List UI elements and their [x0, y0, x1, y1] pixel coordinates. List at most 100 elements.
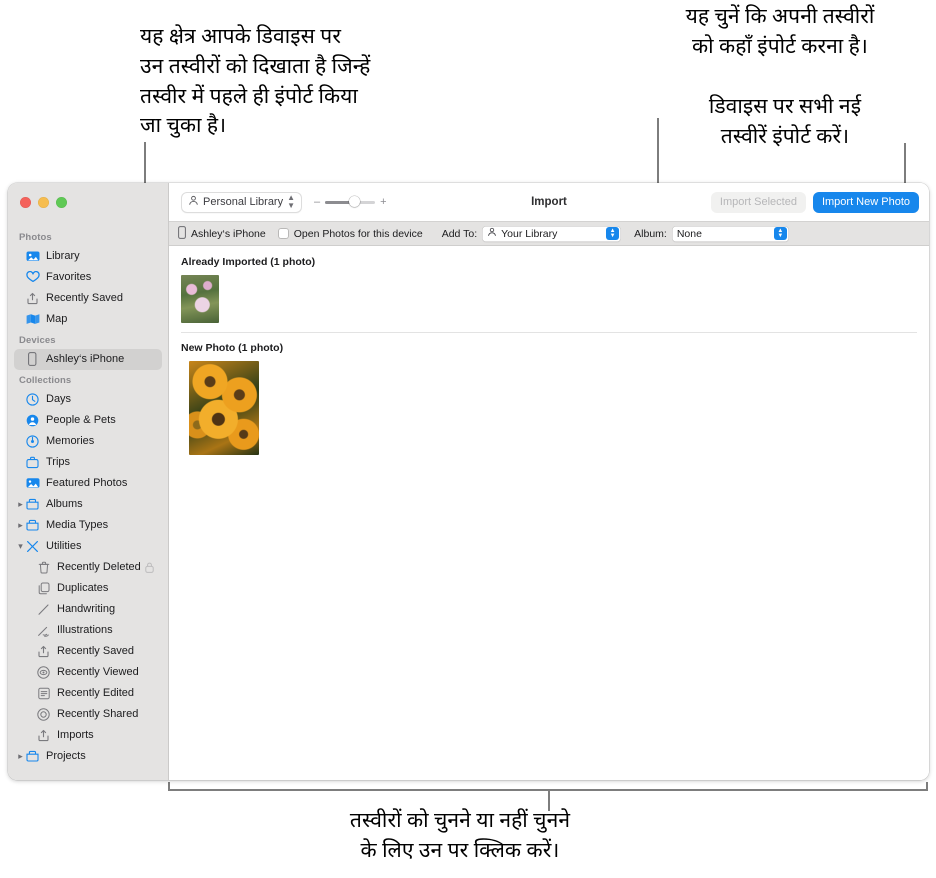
sidebar-item-featured-photos[interactable]: Featured Photos [14, 473, 162, 494]
sidebar-item-label: Recently Saved [46, 292, 124, 305]
chevron-updown-icon: ▲ ▼ [287, 193, 296, 210]
open-photos-checkbox-group[interactable]: Open Photos for this device [277, 227, 423, 240]
iphone-icon [25, 352, 40, 367]
iphone-icon [178, 225, 186, 242]
minimize-button[interactable] [38, 196, 49, 208]
sidebar-item-imports[interactable]: Imports [14, 725, 162, 746]
save-arrow-icon [36, 728, 51, 742]
person-circle-icon [25, 413, 40, 427]
zoom-in-label[interactable]: + [380, 196, 386, 208]
clock-icon [25, 392, 40, 406]
person-icon [487, 227, 497, 240]
sidebar-item-label: Map [46, 313, 68, 326]
photo-row [169, 361, 929, 455]
sidebar-item-label: Projects [46, 750, 86, 763]
chevron-down-icon[interactable]: ▾ [16, 541, 25, 551]
photo-thumbnail-already-imported[interactable] [181, 275, 219, 323]
sidebar-item-people-pets[interactable]: People & Pets [14, 410, 162, 431]
library-popup-button[interactable]: Personal Library ▲ ▼ [181, 191, 303, 213]
sidebar-item-label: Media Types [46, 519, 109, 532]
sidebar-scroll-area[interactable]: Photos Library Favorites Recently Saved Map D… [8, 221, 168, 780]
sidebar-item-handwriting[interactable]: Handwriting [14, 599, 162, 620]
sidebar-item-label: Recently Saved [57, 645, 135, 658]
sidebar-item-label: People & Pets [46, 414, 116, 427]
sidebar-item-label: Favorites [46, 271, 92, 284]
callout-bracket-bottom-right [926, 782, 928, 790]
sidebar-item-map[interactable]: Map [14, 309, 162, 330]
sidebar-item-recently-viewed[interactable]: Recently Viewed [14, 662, 162, 683]
slider-track[interactable] [325, 196, 376, 207]
sidebar-item-albums[interactable]: ▸ Albums [14, 494, 162, 515]
sidebar-item-label: Featured Photos [46, 477, 128, 490]
chevron-updown-icon[interactable]: ▲ ▼ [773, 227, 787, 240]
import-new-photo-button[interactable]: Import New Photo [812, 191, 919, 213]
zoom-button[interactable] [56, 196, 67, 208]
sidebar-item-recently-saved[interactable]: Recently Saved [14, 641, 162, 662]
person-icon [188, 195, 199, 209]
chevron-updown-icon[interactable]: ▲ ▼ [606, 227, 620, 240]
edited-icon [36, 686, 51, 700]
window-controls [8, 183, 168, 221]
sidebar-item-label: Recently Edited [57, 687, 135, 700]
heart-icon [25, 270, 40, 284]
photo-thumbnail-new-photo[interactable] [189, 361, 259, 455]
sidebar-item-label: Ashley‘s iPhone [46, 353, 125, 366]
sidebar-item-recently-shared[interactable]: Recently Shared [14, 704, 162, 725]
import-content-area[interactable]: Already Imported (1 photo) New Photo (1 … [169, 246, 929, 780]
sidebar-item-duplicates[interactable]: Duplicates [14, 578, 162, 599]
album-popup[interactable]: None ▲ ▼ [671, 225, 789, 242]
chevron-right-icon[interactable]: ▸ [16, 520, 25, 530]
sidebar-item-label: Recently Deleted [57, 561, 141, 574]
album-label: Album: [634, 227, 667, 240]
sidebar-item-recently-edited[interactable]: Recently Edited [14, 683, 162, 704]
add-to-popup[interactable]: Your Library ▲ ▼ [482, 225, 622, 242]
folder-icon [25, 518, 40, 532]
toolbar: Personal Library ▲ ▼ – + Import Import Se… [169, 183, 929, 221]
close-button[interactable] [20, 196, 31, 208]
sidebar-item-label: Utilities [46, 540, 82, 553]
annotation-bottom-text: तस्वीरों को चुनने या नहीं चुनने के लिए उ… [349, 808, 571, 862]
sidebar-item-illustrations[interactable]: Illustrations [14, 620, 162, 641]
zoom-out-label[interactable]: – [314, 196, 320, 208]
section-already-imported: Already Imported (1 photo) [169, 256, 929, 323]
sidebar-item-label: Recently Shared [57, 708, 139, 721]
sidebar-item-utilities[interactable]: ▾ Utilities [14, 536, 162, 557]
sidebar-item-favorites[interactable]: Favorites [14, 267, 162, 288]
sidebar-item-trips[interactable]: Trips [14, 452, 162, 473]
sidebar-item-projects[interactable]: ▸ Projects [14, 746, 162, 767]
sidebar-item-label: Memories [46, 435, 95, 448]
sidebar-item-memories[interactable]: Memories [14, 431, 162, 452]
memories-icon [25, 434, 40, 448]
section-title: Already Imported (1 photo) [181, 256, 316, 268]
sidebar-item-media-types[interactable]: ▸ Media Types [14, 515, 162, 536]
import-selected-button[interactable]: Import Selected [710, 191, 806, 213]
sidebar-item-label: Albums [46, 498, 83, 511]
slider-knob[interactable] [349, 196, 361, 207]
sidebar-item-ashley-s-iphone[interactable]: Ashley‘s iPhone [14, 349, 162, 370]
chevron-right-icon[interactable]: ▸ [16, 499, 25, 509]
duplicates-icon [36, 581, 51, 595]
photos-app-window: Photos Library Favorites Recently Saved Map D… [8, 183, 929, 780]
add-to-value: Your Library [501, 227, 558, 240]
sidebar-item-library[interactable]: Library [14, 246, 162, 267]
illustrations-icon [36, 623, 51, 637]
open-photos-label: Open Photos for this device [293, 227, 423, 240]
sidebar-item-recently-deleted[interactable]: Recently Deleted [14, 557, 162, 578]
album-value: None [676, 227, 702, 240]
device-name-label: Ashley‘s iPhone [191, 227, 266, 240]
chevron-right-icon[interactable]: ▸ [16, 751, 25, 761]
shared-icon [36, 707, 51, 721]
library-icon [25, 249, 40, 263]
add-to-group: Add To: Your Library ▲ ▼ [442, 225, 622, 242]
sidebar-item-days[interactable]: Days [14, 389, 162, 410]
eye-circle-icon [36, 665, 51, 679]
trash-icon [36, 560, 51, 574]
folder-icon [25, 749, 40, 763]
thumbnail-size-slider[interactable]: – + [314, 196, 387, 208]
sidebar-item-label: Trips [46, 456, 71, 469]
sidebar-item-label: Recently Viewed [57, 666, 139, 679]
tools-icon [25, 539, 40, 553]
sidebar-item-label: Days [46, 393, 72, 406]
open-photos-checkbox[interactable] [277, 228, 289, 239]
sidebar-item-recently-saved[interactable]: Recently Saved [14, 288, 162, 309]
